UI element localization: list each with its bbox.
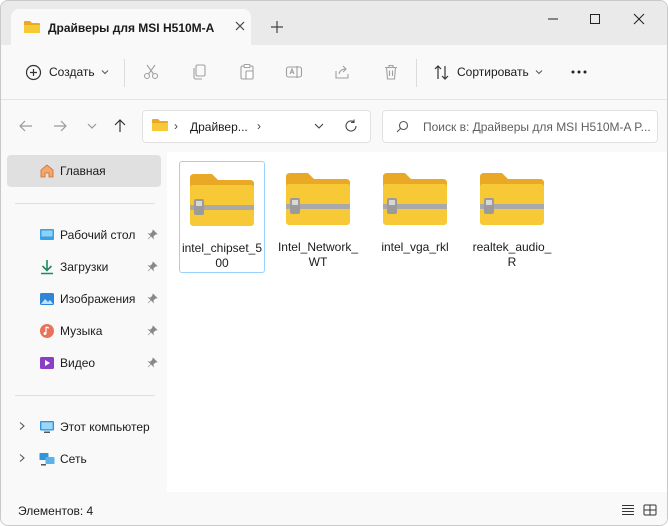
file-name: intel_vga_rkl [381, 240, 449, 254]
large-icons-view-icon[interactable] [643, 504, 657, 516]
sidebar-item-label: Музыка [60, 324, 103, 338]
file-item[interactable]: intel_chipset_500 [179, 161, 265, 273]
address-bar[interactable]: › Драйвер... › [142, 110, 371, 143]
chevron-right-icon[interactable] [17, 421, 27, 431]
recent-locations-chevron-icon[interactable] [84, 118, 100, 134]
add-circle-icon [25, 64, 42, 80]
file-item[interactable]: Intel_Network_WT [276, 161, 360, 271]
sidebar-item-pictures[interactable]: Изображения [7, 283, 161, 315]
sidebar-item-network[interactable]: Сеть [7, 443, 161, 475]
breadcrumb-chevron-icon[interactable]: › [174, 119, 178, 133]
file-item[interactable]: intel_vga_rkl [373, 161, 457, 271]
file-explorer-window: Драйверы для MSI H510M-A Создать Сортиро… [0, 0, 668, 526]
minimize-icon[interactable] [545, 11, 561, 27]
sidebar-item-music[interactable]: Музыка [7, 315, 161, 347]
toolbar-divider [416, 59, 417, 87]
paste-icon[interactable] [238, 63, 256, 81]
cut-icon[interactable] [142, 63, 160, 81]
file-name: intel_chipset_500 [181, 241, 263, 270]
file-name: realtek_audio_R [472, 240, 552, 269]
file-list-pane[interactable]: intel_chipset_500 Intel_Network_WT intel… [167, 152, 667, 492]
pin-icon[interactable] [147, 261, 158, 272]
command-bar: Создать Сортировать [1, 45, 667, 100]
zip-folder-icon [480, 173, 544, 225]
folder-icon [24, 21, 40, 33]
sidebar-item-label: Рабочий стол [60, 228, 136, 242]
zip-folder-icon [383, 173, 447, 225]
maximize-icon[interactable] [587, 11, 603, 27]
chevron-right-icon[interactable] [17, 453, 27, 463]
music-icon [40, 324, 54, 338]
forward-arrow-icon[interactable] [52, 118, 68, 134]
refresh-icon[interactable] [344, 119, 358, 133]
search-box[interactable]: Поиск в: Драйверы для MSI H510M-A P... [382, 110, 658, 143]
new-tab-plus-icon[interactable] [269, 19, 285, 35]
downloads-icon [41, 260, 53, 275]
title-bar: Драйверы для MSI H510M-A [1, 1, 667, 45]
address-history-chevron-icon[interactable] [313, 120, 325, 132]
status-bar: Элементов: 4 [1, 492, 667, 525]
sidebar-item-label: Изображения [60, 292, 136, 306]
sort-button[interactable]: Сортировать [433, 61, 543, 83]
videos-icon [40, 357, 54, 369]
pin-icon[interactable] [147, 229, 158, 240]
breadcrumb-chevron-icon[interactable]: › [257, 119, 261, 133]
delete-icon[interactable] [382, 63, 400, 81]
sidebar-item-label: Загрузки [60, 260, 109, 274]
sort-label: Сортировать [457, 65, 529, 79]
tab-close-icon[interactable] [233, 19, 247, 33]
search-icon [396, 120, 409, 133]
pin-icon[interactable] [147, 357, 158, 368]
copy-icon[interactable] [190, 63, 208, 81]
share-icon[interactable] [333, 63, 351, 81]
file-item[interactable]: realtek_audio_R [470, 161, 554, 271]
create-label: Создать [49, 65, 95, 79]
toolbar-divider [124, 59, 125, 87]
network-icon [39, 453, 55, 466]
navigation-bar: › Драйвер... › Поиск в: Драйверы для MSI… [1, 100, 667, 152]
create-button[interactable]: Создать [25, 61, 109, 83]
sidebar-item-videos[interactable]: Видео [7, 347, 161, 379]
zip-folder-icon [286, 173, 350, 225]
sidebar-divider [15, 395, 155, 396]
pictures-icon [40, 293, 54, 305]
sidebar-item-label: Главная [60, 164, 106, 178]
sidebar-item-desktop[interactable]: Рабочий стол [7, 219, 161, 251]
sidebar-item-home[interactable]: Главная [7, 155, 161, 187]
back-arrow-icon[interactable] [18, 118, 34, 134]
rename-icon[interactable] [285, 63, 303, 81]
sidebar-item-this-pc[interactable]: Этот компьютер [7, 411, 161, 443]
pin-icon[interactable] [147, 325, 158, 336]
chevron-down-icon [535, 70, 543, 75]
sidebar-item-downloads[interactable]: Загрузки [7, 251, 161, 283]
sort-icon [434, 64, 449, 80]
sidebar-item-label: Сеть [60, 452, 87, 466]
tab-drivers[interactable]: Драйверы для MSI H510M-A [11, 9, 251, 45]
folder-icon [152, 119, 168, 131]
tab-title: Драйверы для MSI H510M-A [48, 21, 215, 35]
up-arrow-icon[interactable] [112, 118, 128, 134]
more-options-icon[interactable] [570, 63, 588, 81]
breadcrumb-current[interactable]: Драйвер... [190, 120, 248, 134]
computer-icon [40, 421, 54, 433]
zip-folder-icon [190, 174, 254, 226]
chevron-down-icon [101, 70, 108, 75]
navigation-pane: Главная Рабочий стол Загрузки Изображени… [1, 152, 167, 492]
sidebar-divider [15, 203, 155, 204]
pin-icon[interactable] [147, 293, 158, 304]
sidebar-item-label: Видео [60, 356, 96, 370]
items-count: Элементов: 4 [18, 504, 94, 518]
close-icon[interactable] [631, 11, 647, 27]
home-icon [40, 164, 54, 178]
details-view-icon[interactable] [621, 504, 635, 516]
search-placeholder: Поиск в: Драйверы для MSI H510M-A P... [423, 120, 651, 134]
desktop-icon [40, 229, 54, 240]
sidebar-item-label: Этот компьютер [60, 420, 150, 434]
file-name: Intel_Network_WT [277, 240, 359, 269]
